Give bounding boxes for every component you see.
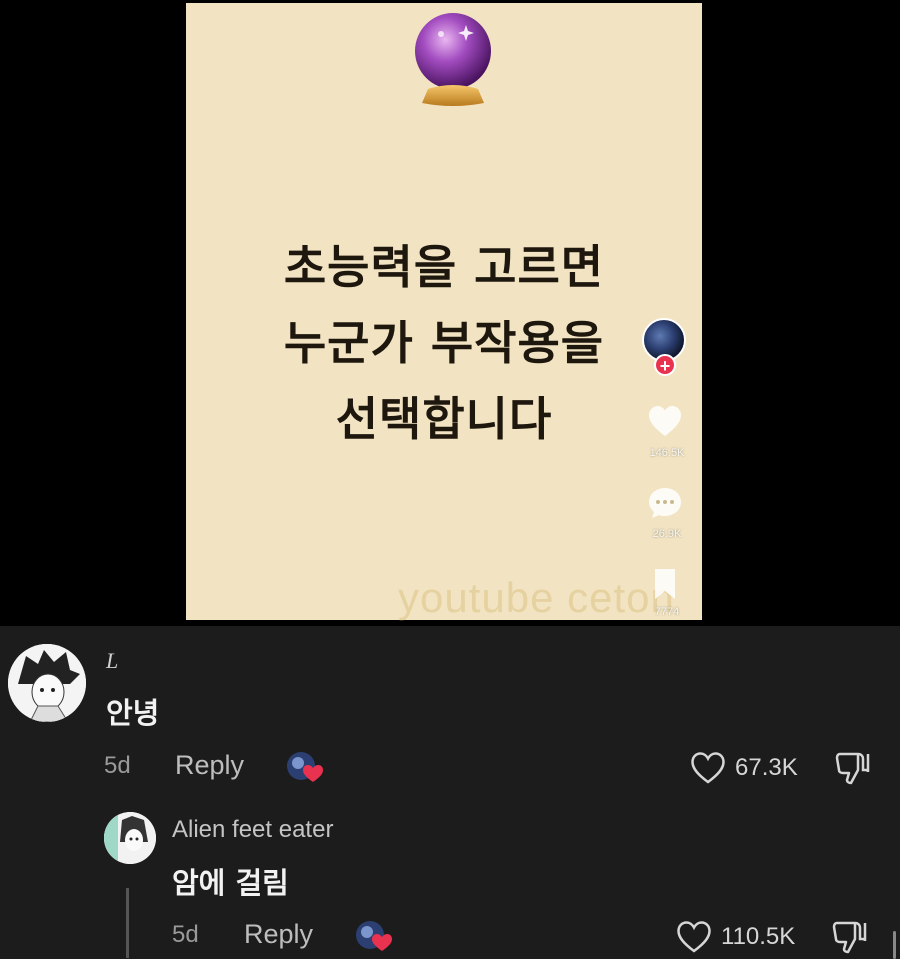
manga-avatar-icon: [104, 812, 156, 864]
dislike-icon[interactable]: [834, 750, 870, 786]
creator-liked-icon: [356, 921, 392, 951]
comment-time: 5d: [104, 752, 131, 779]
comment-username[interactable]: L: [106, 648, 118, 674]
caption-line-1: 초능력을 고르면: [283, 240, 605, 294]
creator-liked-icon: [287, 752, 323, 782]
comment-username[interactable]: Alien feet eater: [172, 816, 333, 844]
heart-outline-icon[interactable]: [676, 920, 712, 954]
video-player[interactable]: 초능력을 고르면 누군가 부작용을 선택합니다 youtube ceton + …: [0, 0, 900, 626]
video-side-actions: + 146.5K 26.9K 7774: [637, 318, 697, 628]
comment-text: 안녕: [106, 696, 160, 730]
comment-time: 5d: [172, 921, 199, 948]
avatar[interactable]: [8, 644, 86, 722]
comment-text: 암에 걸림: [172, 866, 289, 900]
video-frame: 초능력을 고르면 누군가 부작용을 선택합니다: [186, 3, 702, 620]
reply-button[interactable]: Reply: [175, 750, 244, 781]
caption-line-3: 선택합니다: [335, 392, 553, 446]
dislike-icon[interactable]: [831, 919, 867, 955]
comment-bubble-icon[interactable]: [647, 485, 683, 521]
save-count: 7774: [654, 606, 680, 618]
plus-icon[interactable]: +: [654, 354, 676, 376]
heart-outline-icon[interactable]: [690, 751, 726, 785]
like-count: 146.5K: [649, 447, 685, 459]
comment-like-count: 110.5K: [721, 923, 796, 950]
bookmark-icon[interactable]: [647, 566, 683, 602]
comment-like-count: 67.3K: [735, 754, 798, 781]
reply-button[interactable]: Reply: [244, 919, 313, 950]
comment-like[interactable]: 67.3K: [690, 751, 810, 787]
crystal-ball-icon: [415, 13, 491, 106]
comment-actions: 5d Reply 110.5K: [0, 919, 900, 959]
watermark: youtube ceton: [398, 574, 675, 621]
video-caption: 초능력을 고르면 누군가 부작용을 선택합니다: [186, 229, 702, 457]
scrollbar[interactable]: [893, 931, 896, 959]
comment-actions: 5d Reply 67.3K: [0, 750, 900, 792]
comments-section: L 안녕 5d Reply 67.3K Alien feet eater 암에 …: [0, 626, 900, 959]
heart-icon[interactable]: [647, 404, 683, 440]
caption-line-2: 누군가 부작용을: [283, 316, 605, 370]
comment-count: 26.9K: [652, 528, 682, 540]
comment-like[interactable]: 110.5K: [676, 920, 816, 956]
avatar[interactable]: [104, 812, 156, 864]
manga-avatar-icon: [8, 644, 86, 722]
